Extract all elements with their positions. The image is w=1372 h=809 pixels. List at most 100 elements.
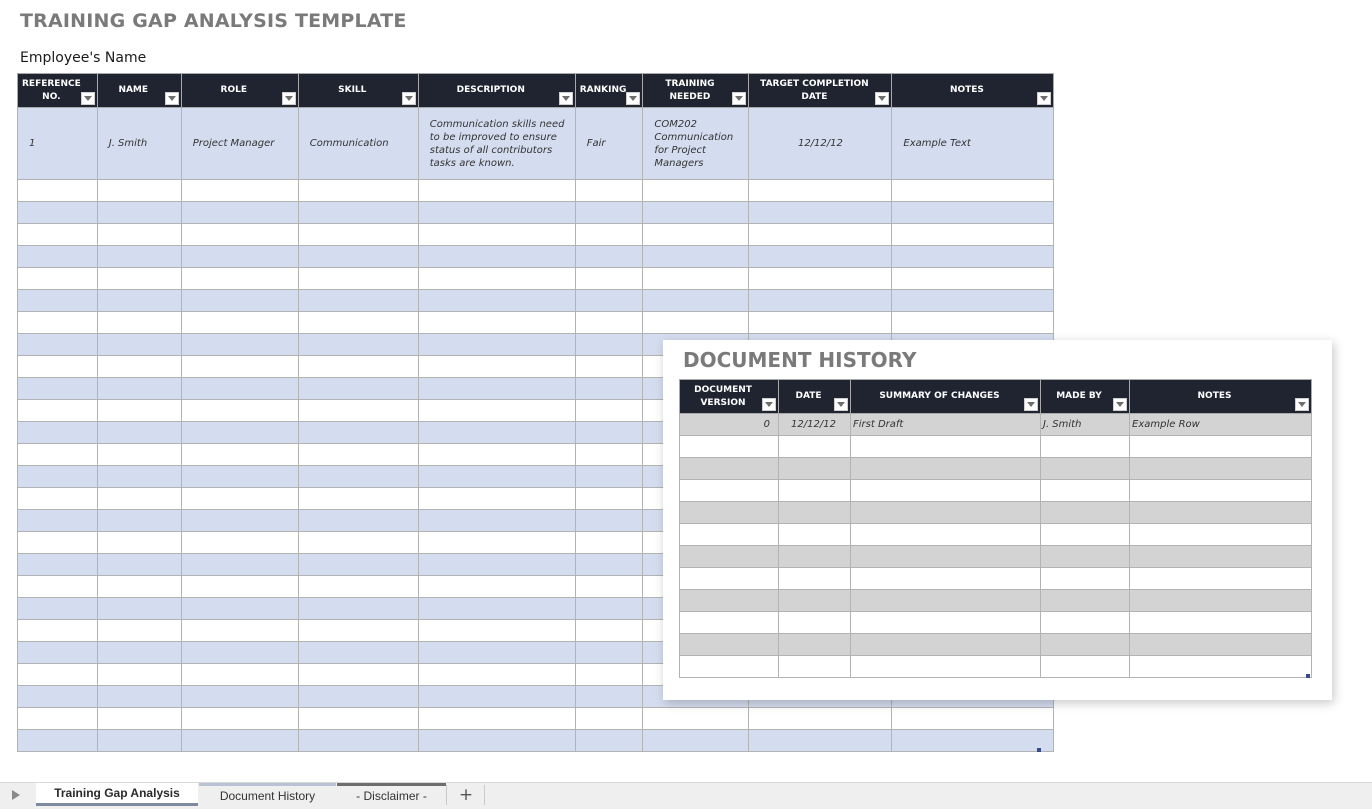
cell-description[interactable] [417, 443, 576, 466]
dh-cell-summary-of-changes[interactable] [850, 435, 1041, 458]
dh-cell-document-version[interactable] [679, 589, 779, 612]
filter-dropdown-icon[interactable] [80, 92, 95, 105]
dh-cell-made-by[interactable] [1040, 655, 1130, 678]
cell-reference-no[interactable]: 1 [17, 107, 98, 180]
cell-skill[interactable] [297, 663, 419, 686]
cell-target-completion-date[interactable] [748, 729, 893, 752]
dh-cell-document-version[interactable] [679, 501, 779, 524]
cell-role[interactable] [180, 311, 299, 334]
cell-notes[interactable] [891, 223, 1055, 246]
filter-dropdown-icon[interactable] [401, 92, 416, 105]
cell-description[interactable] [417, 553, 576, 576]
cell-name[interactable] [96, 641, 182, 664]
cell-training-needed[interactable] [642, 729, 750, 752]
dh-cell-date[interactable] [778, 633, 851, 656]
cell-reference-no[interactable] [17, 509, 98, 532]
dh-cell-document-version[interactable] [679, 567, 779, 590]
dh-cell-summary-of-changes[interactable] [850, 501, 1041, 524]
cell-name[interactable] [96, 267, 182, 290]
dh-column-header-document-version[interactable]: DOCUMENT VERSION [679, 379, 779, 414]
cell-name[interactable] [96, 377, 182, 400]
dh-cell-summary-of-changes[interactable] [850, 611, 1041, 634]
scroll-tabs-icon[interactable] [12, 790, 20, 800]
cell-ranking[interactable]: Fair [574, 107, 644, 180]
cell-ranking[interactable] [574, 707, 644, 730]
cell-name[interactable] [96, 553, 182, 576]
dh-cell-notes[interactable] [1129, 501, 1312, 524]
column-header-description[interactable]: DESCRIPTION [417, 73, 576, 108]
cell-skill[interactable] [297, 443, 419, 466]
cell-training-needed[interactable] [642, 245, 750, 268]
cell-role[interactable] [180, 355, 299, 378]
cell-target-completion-date[interactable] [748, 267, 893, 290]
dh-cell-summary-of-changes[interactable]: First Draft [850, 413, 1041, 436]
cell-description[interactable] [417, 421, 576, 444]
cell-description[interactable]: Communication skills need to be improved… [417, 107, 576, 180]
cell-ranking[interactable] [574, 311, 644, 334]
cell-target-completion-date[interactable] [748, 311, 893, 334]
cell-skill[interactable] [297, 245, 419, 268]
cell-description[interactable] [417, 663, 576, 686]
dh-cell-made-by[interactable] [1040, 567, 1130, 590]
dh-cell-document-version[interactable] [679, 435, 779, 458]
filter-dropdown-icon[interactable] [1037, 92, 1052, 105]
cell-name[interactable] [96, 289, 182, 312]
cell-skill[interactable] [297, 289, 419, 312]
cell-description[interactable] [417, 509, 576, 532]
column-header-ranking[interactable]: RANKING [574, 73, 644, 108]
cell-role[interactable] [180, 509, 299, 532]
cell-skill[interactable] [297, 685, 419, 708]
dh-cell-date[interactable] [778, 545, 851, 568]
cell-notes[interactable] [891, 267, 1055, 290]
dh-cell-made-by[interactable] [1040, 545, 1130, 568]
filter-dropdown-icon[interactable] [732, 92, 747, 105]
cell-role[interactable] [180, 179, 299, 202]
cell-description[interactable] [417, 619, 576, 642]
cell-description[interactable] [417, 531, 576, 554]
cell-ranking[interactable] [574, 399, 644, 422]
cell-reference-no[interactable] [17, 179, 98, 202]
cell-ranking[interactable] [574, 201, 644, 224]
dh-cell-notes[interactable]: Example Row [1129, 413, 1312, 436]
cell-skill[interactable] [297, 399, 419, 422]
cell-skill[interactable] [297, 729, 419, 752]
cell-name[interactable] [96, 333, 182, 356]
cell-notes[interactable] [891, 729, 1055, 752]
cell-skill[interactable] [297, 333, 419, 356]
filter-dropdown-icon[interactable] [1113, 398, 1127, 411]
dh-cell-notes[interactable] [1129, 457, 1312, 480]
cell-name[interactable] [96, 245, 182, 268]
cell-ranking[interactable] [574, 465, 644, 488]
tab-document-history[interactable]: Document History [199, 783, 336, 805]
cell-target-completion-date[interactable] [748, 179, 893, 202]
cell-role[interactable]: Project Manager [180, 107, 299, 180]
cell-skill[interactable] [297, 267, 419, 290]
cell-name[interactable] [96, 707, 182, 730]
dh-column-header-summary-of-changes[interactable]: SUMMARY OF CHANGES [850, 379, 1041, 414]
dh-cell-document-version[interactable] [679, 479, 779, 502]
dh-cell-notes[interactable] [1129, 633, 1312, 656]
cell-reference-no[interactable] [17, 487, 98, 510]
cell-reference-no[interactable] [17, 641, 98, 664]
cell-role[interactable] [180, 223, 299, 246]
cell-name[interactable] [96, 531, 182, 554]
filter-dropdown-icon[interactable] [834, 398, 848, 411]
cell-reference-no[interactable] [17, 575, 98, 598]
cell-reference-no[interactable] [17, 201, 98, 224]
cell-reference-no[interactable] [17, 355, 98, 378]
cell-description[interactable] [417, 223, 576, 246]
cell-training-needed[interactable] [642, 179, 750, 202]
cell-reference-no[interactable] [17, 707, 98, 730]
cell-role[interactable] [180, 597, 299, 620]
dh-cell-notes[interactable] [1129, 545, 1312, 568]
cell-name[interactable] [96, 179, 182, 202]
cell-training-needed[interactable] [642, 223, 750, 246]
cell-notes[interactable] [891, 311, 1055, 334]
dh-cell-summary-of-changes[interactable] [850, 633, 1041, 656]
cell-reference-no[interactable] [17, 465, 98, 488]
cell-target-completion-date[interactable] [748, 245, 893, 268]
cell-ranking[interactable] [574, 553, 644, 576]
cell-role[interactable] [180, 377, 299, 400]
cell-name[interactable] [96, 201, 182, 224]
dh-cell-made-by[interactable] [1040, 589, 1130, 612]
